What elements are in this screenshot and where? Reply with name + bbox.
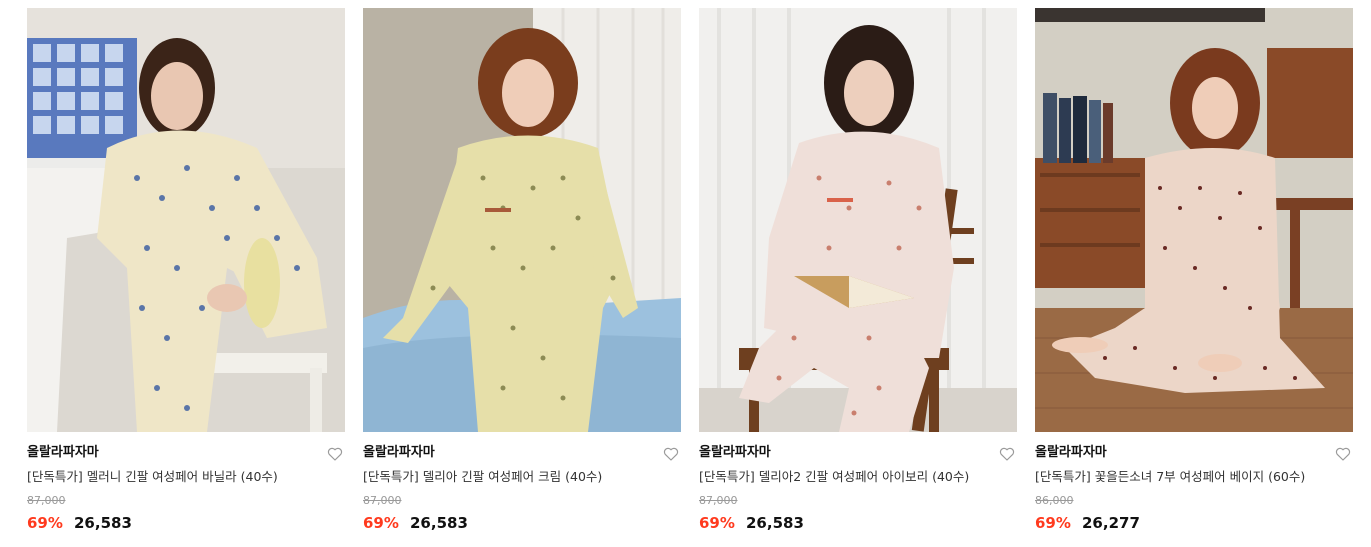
product-title[interactable]: [단독특가] 델리아 긴팔 여성페어 크림 (40수) [363,469,681,485]
sale-price: 26,583 [410,514,468,532]
heart-icon[interactable] [663,446,679,462]
product-title[interactable]: [단독특가] 델리아2 긴팔 여성페어 아이보리 (40수) [699,469,1017,485]
heart-icon[interactable] [327,446,343,462]
product-card[interactable]: 올랄라파자마 [단독특가] 델리아 긴팔 여성페어 크림 (40수) 87,00… [363,8,681,533]
discount-rate: 69% [27,514,63,532]
product-grid: 올랄라파자마 [단독특가] 멜러니 긴팔 여성페어 바닐라 (40수) 87,0… [0,0,1371,547]
sale-price: 26,583 [74,514,132,532]
brand-name[interactable]: 올랄라파자마 [27,445,345,461]
brand-name[interactable]: 올랄라파자마 [699,445,1017,461]
product-card[interactable]: 올랄라파자마 [단독특가] 델리아2 긴팔 여성페어 아이보리 (40수) 87… [699,8,1017,533]
original-price: 86,000 [1035,494,1074,507]
product-title[interactable]: [단독특가] 멜러니 긴팔 여성페어 바닐라 (40수) [27,469,345,485]
sale-price: 26,583 [746,514,804,532]
product-photo-ivory-floral-pajama [699,8,1017,432]
product-title[interactable]: [단독특가] 꽃을든소녀 7부 여성페어 베이지 (60수) [1035,469,1353,485]
product-photo-vanilla-floral-pajama [27,8,345,432]
sale-price: 26,277 [1082,514,1140,532]
product-image[interactable] [363,8,681,432]
original-price: 87,000 [363,494,402,507]
product-card[interactable]: 올랄라파자마 [단독특가] 멜러니 긴팔 여성페어 바닐라 (40수) 87,0… [27,8,345,533]
product-image[interactable] [699,8,1017,432]
product-card[interactable]: 올랄라파자마 [단독특가] 꽃을든소녀 7부 여성페어 베이지 (60수) 86… [1035,8,1353,533]
discount-rate: 69% [363,514,399,532]
product-image[interactable] [27,8,345,432]
discount-rate: 69% [699,514,735,532]
product-photo-cream-floral-pajama [363,8,681,432]
product-image[interactable] [1035,8,1353,432]
product-photo-beige-dot-pajama [1035,8,1353,432]
original-price: 87,000 [699,494,738,507]
heart-icon[interactable] [1335,446,1351,462]
brand-name[interactable]: 올랄라파자마 [363,445,681,461]
brand-name[interactable]: 올랄라파자마 [1035,445,1353,461]
discount-rate: 69% [1035,514,1071,532]
original-price: 87,000 [27,494,66,507]
heart-icon[interactable] [999,446,1015,462]
